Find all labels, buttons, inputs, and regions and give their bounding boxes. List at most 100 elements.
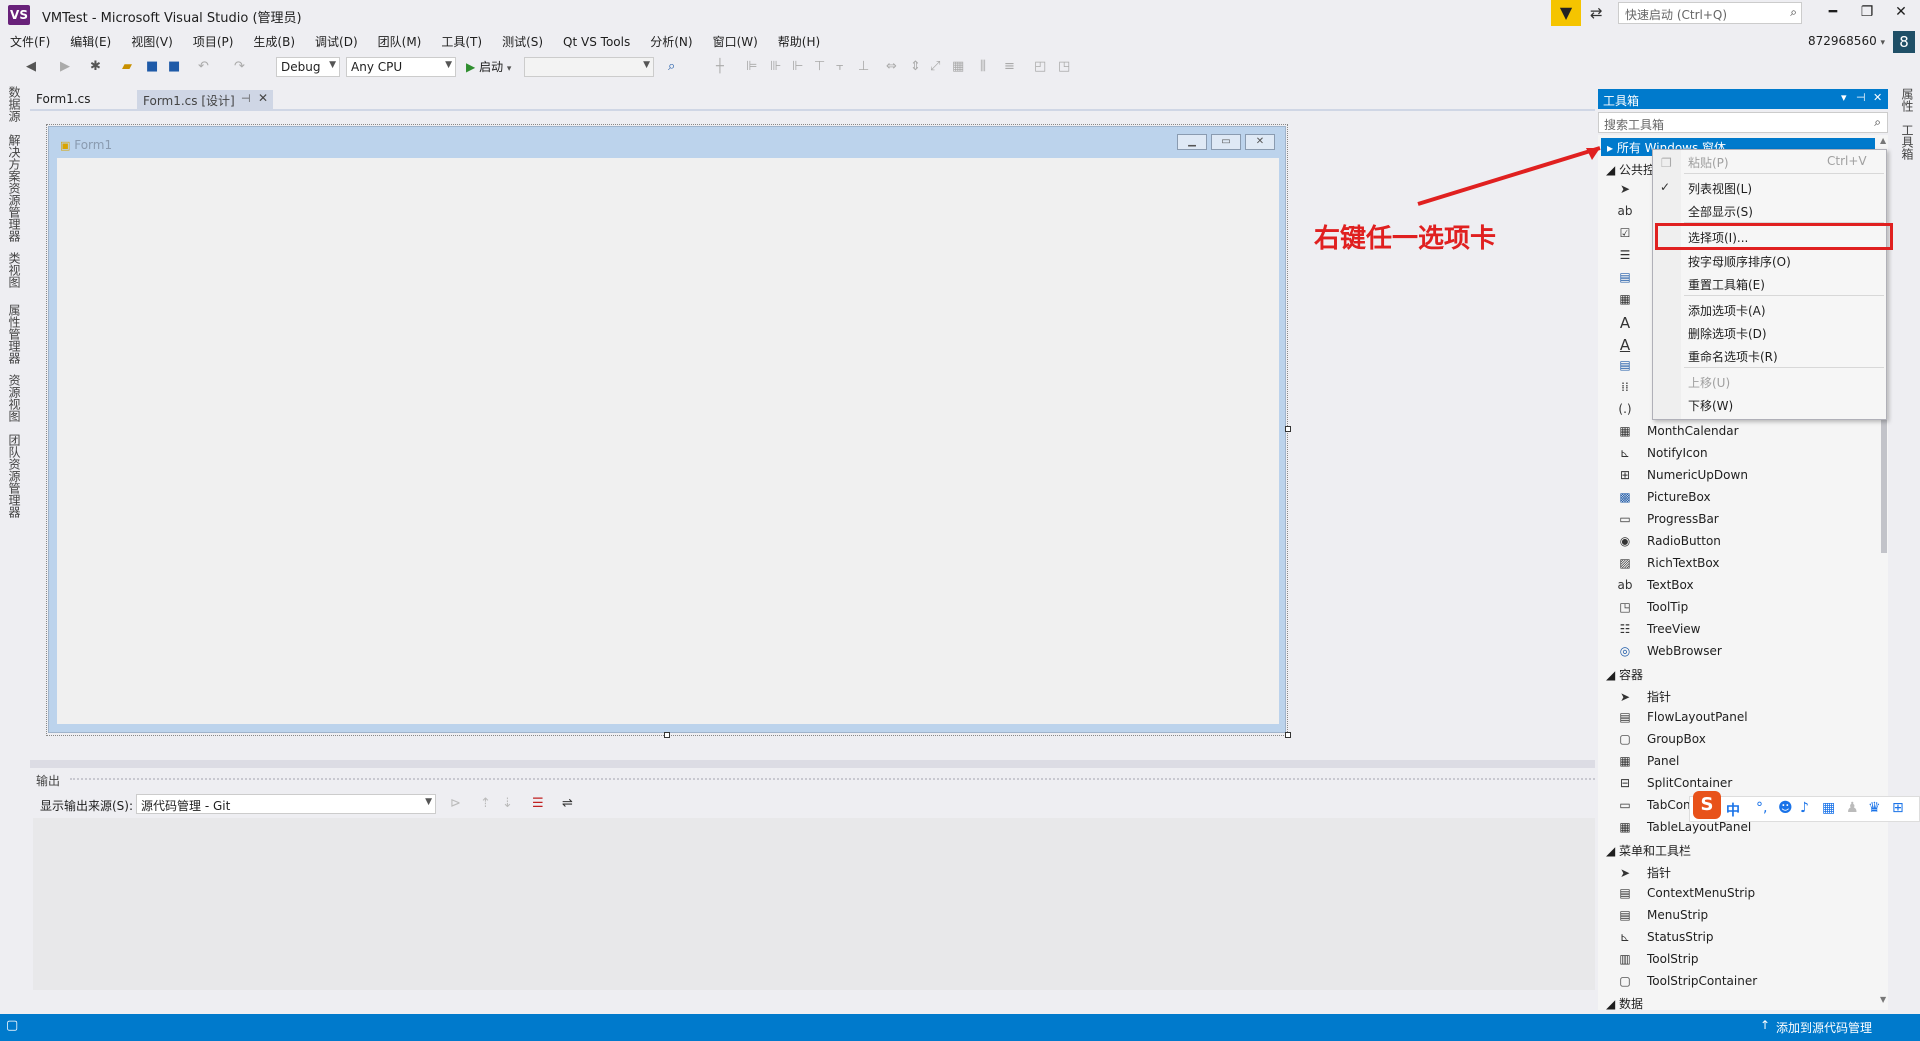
close-icon[interactable]: ✕ (1873, 91, 1882, 104)
close-icon[interactable]: ✕ (1886, 4, 1916, 20)
feedback-icon[interactable]: ⇄ (1590, 4, 1603, 22)
menu-item-move-up[interactable]: 上移(U) (1688, 374, 1730, 391)
add-to-source-control[interactable]: 添加到源代码管理 (1776, 1019, 1872, 1036)
left-tab-resource-view[interactable]: 资源视图 (6, 374, 23, 422)
make-same-size-icon[interactable]: ⤢ (930, 59, 940, 74)
menu-item-list-view[interactable]: 列表视图(L) (1688, 180, 1752, 197)
undo-icon[interactable]: ↶ (198, 59, 209, 74)
next-message-icon[interactable]: ⇣ (502, 796, 513, 811)
scroll-down-icon[interactable]: ▼ (1880, 995, 1886, 1004)
save-all-icon[interactable]: ■ (168, 59, 180, 74)
open-file-icon[interactable]: ▰ (122, 59, 132, 74)
toolbox-item-menustrip[interactable]: ▤ MenuStrip (1617, 908, 1708, 928)
restore-icon[interactable]: ❐ (1852, 4, 1882, 20)
emoji-icon[interactable]: ☻ (1778, 800, 1793, 816)
menu-item-show-all[interactable]: 全部显示(S) (1688, 203, 1753, 220)
toolbox-item-flowlayoutpanel[interactable]: ▤ FlowLayoutPanel (1617, 710, 1747, 730)
start-button[interactable]: ▶ 启动 ▾ (466, 58, 511, 75)
tab-form1-designer[interactable]: Form1.cs [设计] ⊣ ✕ (137, 90, 273, 109)
align-right-icon[interactable]: ⊩ (792, 59, 803, 74)
toolbox-item-monthcalendar[interactable]: ▦ MonthCalendar (1617, 424, 1738, 444)
left-tab-team-explorer[interactable]: 团队资源管理器 (6, 434, 23, 518)
menu-project[interactable]: 项目(P) (183, 30, 244, 53)
debug-target-select[interactable]: ▼ (524, 57, 654, 77)
apps-grid-icon[interactable]: ⊞ (1892, 800, 1904, 816)
scroll-up-icon[interactable]: ▲ (1880, 136, 1886, 145)
menu-edit[interactable]: 编辑(E) (60, 30, 121, 53)
toolbox-category-containers[interactable]: ◢ 容器 (1606, 666, 1643, 683)
menu-item-sort-alphabetically[interactable]: 按字母顺序排序(O) (1688, 253, 1791, 270)
forward-icon[interactable]: ▶ (60, 59, 70, 74)
toolbox-item-pointer[interactable]: ➤ 指针 (1617, 688, 1671, 708)
menu-help[interactable]: 帮助(H) (768, 30, 830, 53)
user-icon[interactable]: ♟ (1846, 800, 1859, 816)
output-splitter[interactable] (30, 760, 1595, 768)
toolbox-item-notifyicon[interactable]: ⊾ NotifyIcon (1617, 446, 1708, 466)
vertical-spacing-icon[interactable]: ≡ (1004, 59, 1015, 74)
menu-item-reset-toolbox[interactable]: 重置工具箱(E) (1688, 276, 1765, 293)
output-source-select[interactable]: 源代码管理 - Git ▼ (136, 794, 436, 814)
menu-qt-vs-tools[interactable]: Qt VS Tools (553, 32, 640, 52)
close-icon[interactable]: ✕ (258, 91, 268, 105)
toolbox-item-panel[interactable]: ▦ Panel (1617, 754, 1679, 774)
menu-test[interactable]: 测试(S) (492, 30, 553, 53)
new-project-icon[interactable]: ✱ (90, 59, 101, 74)
skin-icon[interactable]: ♛ (1868, 800, 1881, 816)
sogou-logo-icon[interactable]: S (1693, 791, 1721, 819)
resize-handle-bottom[interactable] (664, 732, 670, 738)
align-bottom-icon[interactable]: ⊥ (858, 59, 869, 74)
toolbox-item-numericupdown[interactable]: ⊞ NumericUpDown (1617, 468, 1748, 488)
microphone-icon[interactable]: ♪ (1800, 800, 1809, 816)
notification-filter-icon[interactable]: ▼ (1551, 0, 1581, 26)
send-to-back-icon[interactable]: ◳ (1058, 59, 1070, 74)
output-content[interactable] (33, 818, 1595, 990)
toolbox-item-richtextbox[interactable]: ▨ RichTextBox (1617, 556, 1719, 576)
toolbox-item-textbox[interactable]: ab TextBox (1617, 578, 1694, 598)
word-wrap-icon[interactable]: ⇌ (562, 796, 573, 811)
menu-team[interactable]: 团队(M) (368, 30, 432, 53)
menu-build[interactable]: 生成(B) (243, 30, 305, 53)
toolbox-item-progressbar[interactable]: ▭ ProgressBar (1617, 512, 1718, 532)
menu-tools[interactable]: 工具(T) (431, 30, 492, 53)
redo-icon[interactable]: ↷ (234, 59, 245, 74)
solution-platform-select[interactable]: Any CPU ▼ (346, 57, 456, 77)
find-icon[interactable]: ⌕ (668, 59, 675, 74)
align-grid-icon[interactable]: ┼ (716, 59, 724, 74)
align-left-icon[interactable]: ⊫ (746, 59, 757, 74)
make-same-height-icon[interactable]: ⇕ (910, 59, 921, 74)
align-top-icon[interactable]: ⊤ (814, 59, 825, 74)
resize-handle-right[interactable] (1285, 426, 1291, 432)
left-tab-class-view[interactable]: 类视图 (6, 252, 23, 288)
toolbox-item-tablelayoutpanel[interactable]: ▦ TableLayoutPanel (1617, 820, 1751, 840)
make-same-width-icon[interactable]: ⇔ (886, 59, 897, 74)
toolbox-item-toolstripcontainer[interactable]: ▢ ToolStripContainer (1617, 974, 1757, 994)
previous-message-icon[interactable]: ⇡ (480, 796, 491, 811)
menu-debug[interactable]: 调试(D) (305, 30, 368, 53)
ime-mode-toggle[interactable]: 中 (1726, 800, 1740, 820)
toolbox-item-groupbox[interactable]: ▢ GroupBox (1617, 732, 1706, 752)
toolbox-item-tooltip[interactable]: ◳ ToolTip (1617, 600, 1688, 620)
bring-to-front-icon[interactable]: ◰ (1034, 59, 1046, 74)
align-center-icon[interactable]: ⊪ (770, 59, 781, 74)
toolbox-item-statusstrip[interactable]: ⊾ StatusStrip (1617, 930, 1713, 950)
resize-handle-corner[interactable] (1285, 732, 1291, 738)
save-icon[interactable]: ■ (146, 59, 158, 74)
clear-all-icon[interactable]: ☰ (532, 796, 544, 811)
toolbox-item-radiobutton[interactable]: ◉ RadioButton (1617, 534, 1721, 554)
account-name[interactable]: 872968560 ▾ (1808, 34, 1885, 48)
menu-analyze[interactable]: 分析(N) (640, 30, 702, 53)
menu-item-rename-tab[interactable]: 重命名选项卡(R) (1688, 348, 1778, 365)
toolbox-item-webbrowser[interactable]: ◎ WebBrowser (1617, 644, 1722, 664)
menu-file[interactable]: 文件(F) (0, 30, 60, 53)
back-icon[interactable]: ◀ (26, 59, 36, 74)
left-tab-data-sources[interactable]: 数据源 (6, 86, 23, 122)
keyboard-icon[interactable]: ▦ (1822, 800, 1835, 816)
menu-item-paste[interactable]: 粘贴(P) (1688, 154, 1729, 171)
toolbox-search-input[interactable]: 搜索工具箱 ⌕ (1598, 112, 1888, 133)
right-tab-toolbox[interactable]: 工具箱 (1899, 124, 1916, 160)
form-client-area[interactable] (57, 158, 1279, 724)
chevron-down-icon[interactable]: ▾ (1841, 91, 1847, 104)
align-middle-icon[interactable]: ⫟ (836, 59, 844, 74)
left-tab-solution-explorer[interactable]: 解决方案资源管理器 (6, 134, 23, 242)
menu-view[interactable]: 视图(V) (121, 30, 183, 53)
